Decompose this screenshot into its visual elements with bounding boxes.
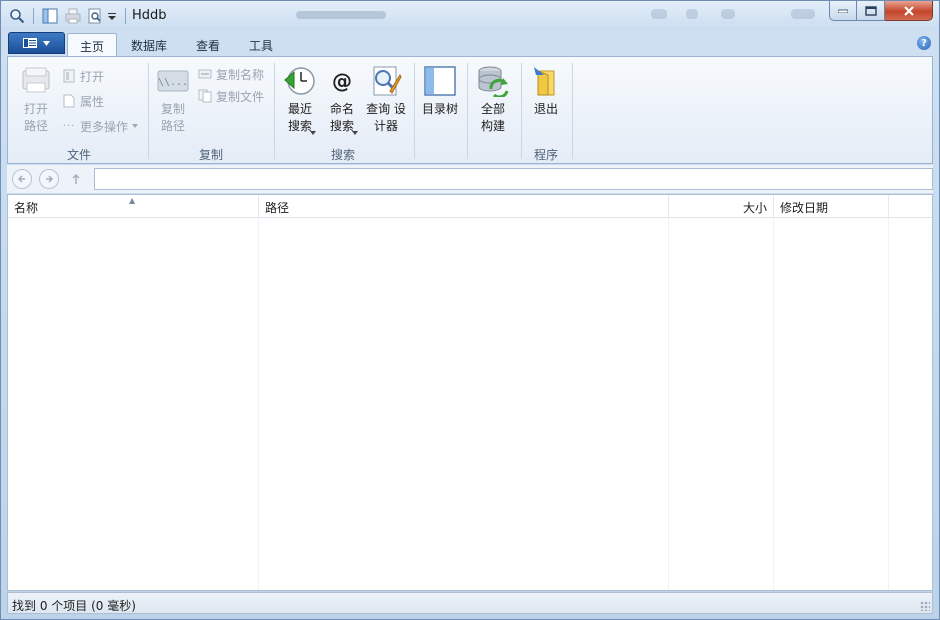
exit-door-icon xyxy=(530,65,562,97)
printer-icon[interactable] xyxy=(64,7,82,25)
ribbon-tabs: 主页 数据库 查看 工具 ? xyxy=(7,31,933,57)
address-bar[interactable] xyxy=(94,168,933,190)
tab-view[interactable]: 查看 xyxy=(184,33,232,57)
query-designer-icon xyxy=(370,65,402,97)
file-group-label: 文件 xyxy=(66,148,91,162)
search-group-label: 搜索 xyxy=(330,148,355,162)
recent-search-button[interactable]: 最近 搜索 xyxy=(280,65,320,135)
sort-ascending-icon: ▲ xyxy=(129,196,136,205)
layout-icon[interactable] xyxy=(41,7,59,25)
forward-arrow-icon xyxy=(46,175,54,183)
title-bar: Hddb xyxy=(1,1,939,31)
window-title: Hddb xyxy=(132,8,167,23)
properties-icon xyxy=(62,94,76,108)
more-operations-button[interactable]: ··· 更多操作 xyxy=(62,117,139,135)
open-path-icon xyxy=(20,65,52,97)
preview-icon[interactable] xyxy=(86,7,104,25)
window-controls xyxy=(829,1,933,21)
app-window: Hddb 主页 数据库 查看 工具 ? 打开 路径 打开 属性 ··· 更多操作… xyxy=(0,0,940,620)
tab-home[interactable]: 主页 xyxy=(67,33,118,57)
copy-name-icon xyxy=(198,67,212,81)
up-button[interactable] xyxy=(68,171,84,187)
list-header: 名称 ▲ 路径 大小 修改日期 xyxy=(8,195,932,218)
directory-tree-icon xyxy=(424,65,456,97)
more-icon: ··· xyxy=(62,120,76,132)
at-sign-icon: @ xyxy=(332,69,352,93)
status-bar: 找到 0 个项目 (0 毫秒) xyxy=(7,592,933,614)
customize-toolbar-chevron-icon[interactable] xyxy=(106,7,118,25)
results-list: 名称 ▲ 路径 大小 修改日期 xyxy=(7,194,933,591)
copy-name-button[interactable]: 复制名称 xyxy=(198,65,264,83)
open-file-icon xyxy=(62,69,76,83)
copy-path-button[interactable]: \\... 复制 路径 xyxy=(155,65,191,135)
navigation-bar xyxy=(7,165,933,193)
svg-text:\\...: \\... xyxy=(158,77,188,88)
app-menu-button[interactable] xyxy=(8,32,65,54)
help-icon[interactable]: ? xyxy=(917,36,931,50)
maximize-button[interactable] xyxy=(857,1,885,21)
menu-icon xyxy=(23,38,37,48)
chevron-down-icon xyxy=(352,131,358,135)
database-refresh-icon xyxy=(477,65,509,97)
copy-file-button[interactable]: 复制文件 xyxy=(198,87,264,105)
column-size[interactable]: 大小 xyxy=(669,195,774,218)
tab-database[interactable]: 数据库 xyxy=(119,33,179,57)
back-arrow-icon xyxy=(17,175,25,183)
column-modified-date[interactable]: 修改日期 xyxy=(774,195,889,218)
back-button[interactable] xyxy=(12,169,32,189)
minimize-button[interactable] xyxy=(829,1,857,21)
copy-file-icon xyxy=(198,89,212,103)
full-build-button[interactable]: 全部 构建 xyxy=(473,65,513,135)
chevron-down-icon xyxy=(43,40,50,46)
directory-tree-button[interactable]: 目录树 xyxy=(419,65,461,118)
clock-history-icon xyxy=(284,65,316,97)
name-search-button[interactable]: @ 命名 搜索 xyxy=(322,65,362,135)
search-icon[interactable] xyxy=(7,7,27,25)
up-arrow-icon xyxy=(72,173,80,184)
program-group-label: 程序 xyxy=(533,148,558,162)
exit-button[interactable]: 退出 xyxy=(527,65,565,118)
query-designer-button[interactable]: 查询 设 计器 xyxy=(364,65,408,135)
ribbon-panel: 打开 路径 打开 属性 ··· 更多操作 文件 \\... 复制 路径 复制名称 xyxy=(7,56,933,164)
properties-button[interactable]: 属性 xyxy=(62,92,104,110)
copy-group-label: 复制 xyxy=(198,148,223,162)
forward-button[interactable] xyxy=(39,169,59,189)
close-button[interactable] xyxy=(885,1,933,21)
column-path[interactable]: 路径 xyxy=(259,195,669,218)
copy-path-icon: \\... xyxy=(157,65,189,97)
open-path-button[interactable]: 打开 路径 xyxy=(17,65,55,135)
chevron-down-icon xyxy=(132,124,139,128)
chevron-down-icon xyxy=(310,131,316,135)
tab-tools[interactable]: 工具 xyxy=(237,33,285,57)
status-text: 找到 0 个项目 (0 毫秒) xyxy=(12,599,136,613)
resize-grip-icon[interactable] xyxy=(920,601,930,611)
open-button[interactable]: 打开 xyxy=(62,67,104,85)
